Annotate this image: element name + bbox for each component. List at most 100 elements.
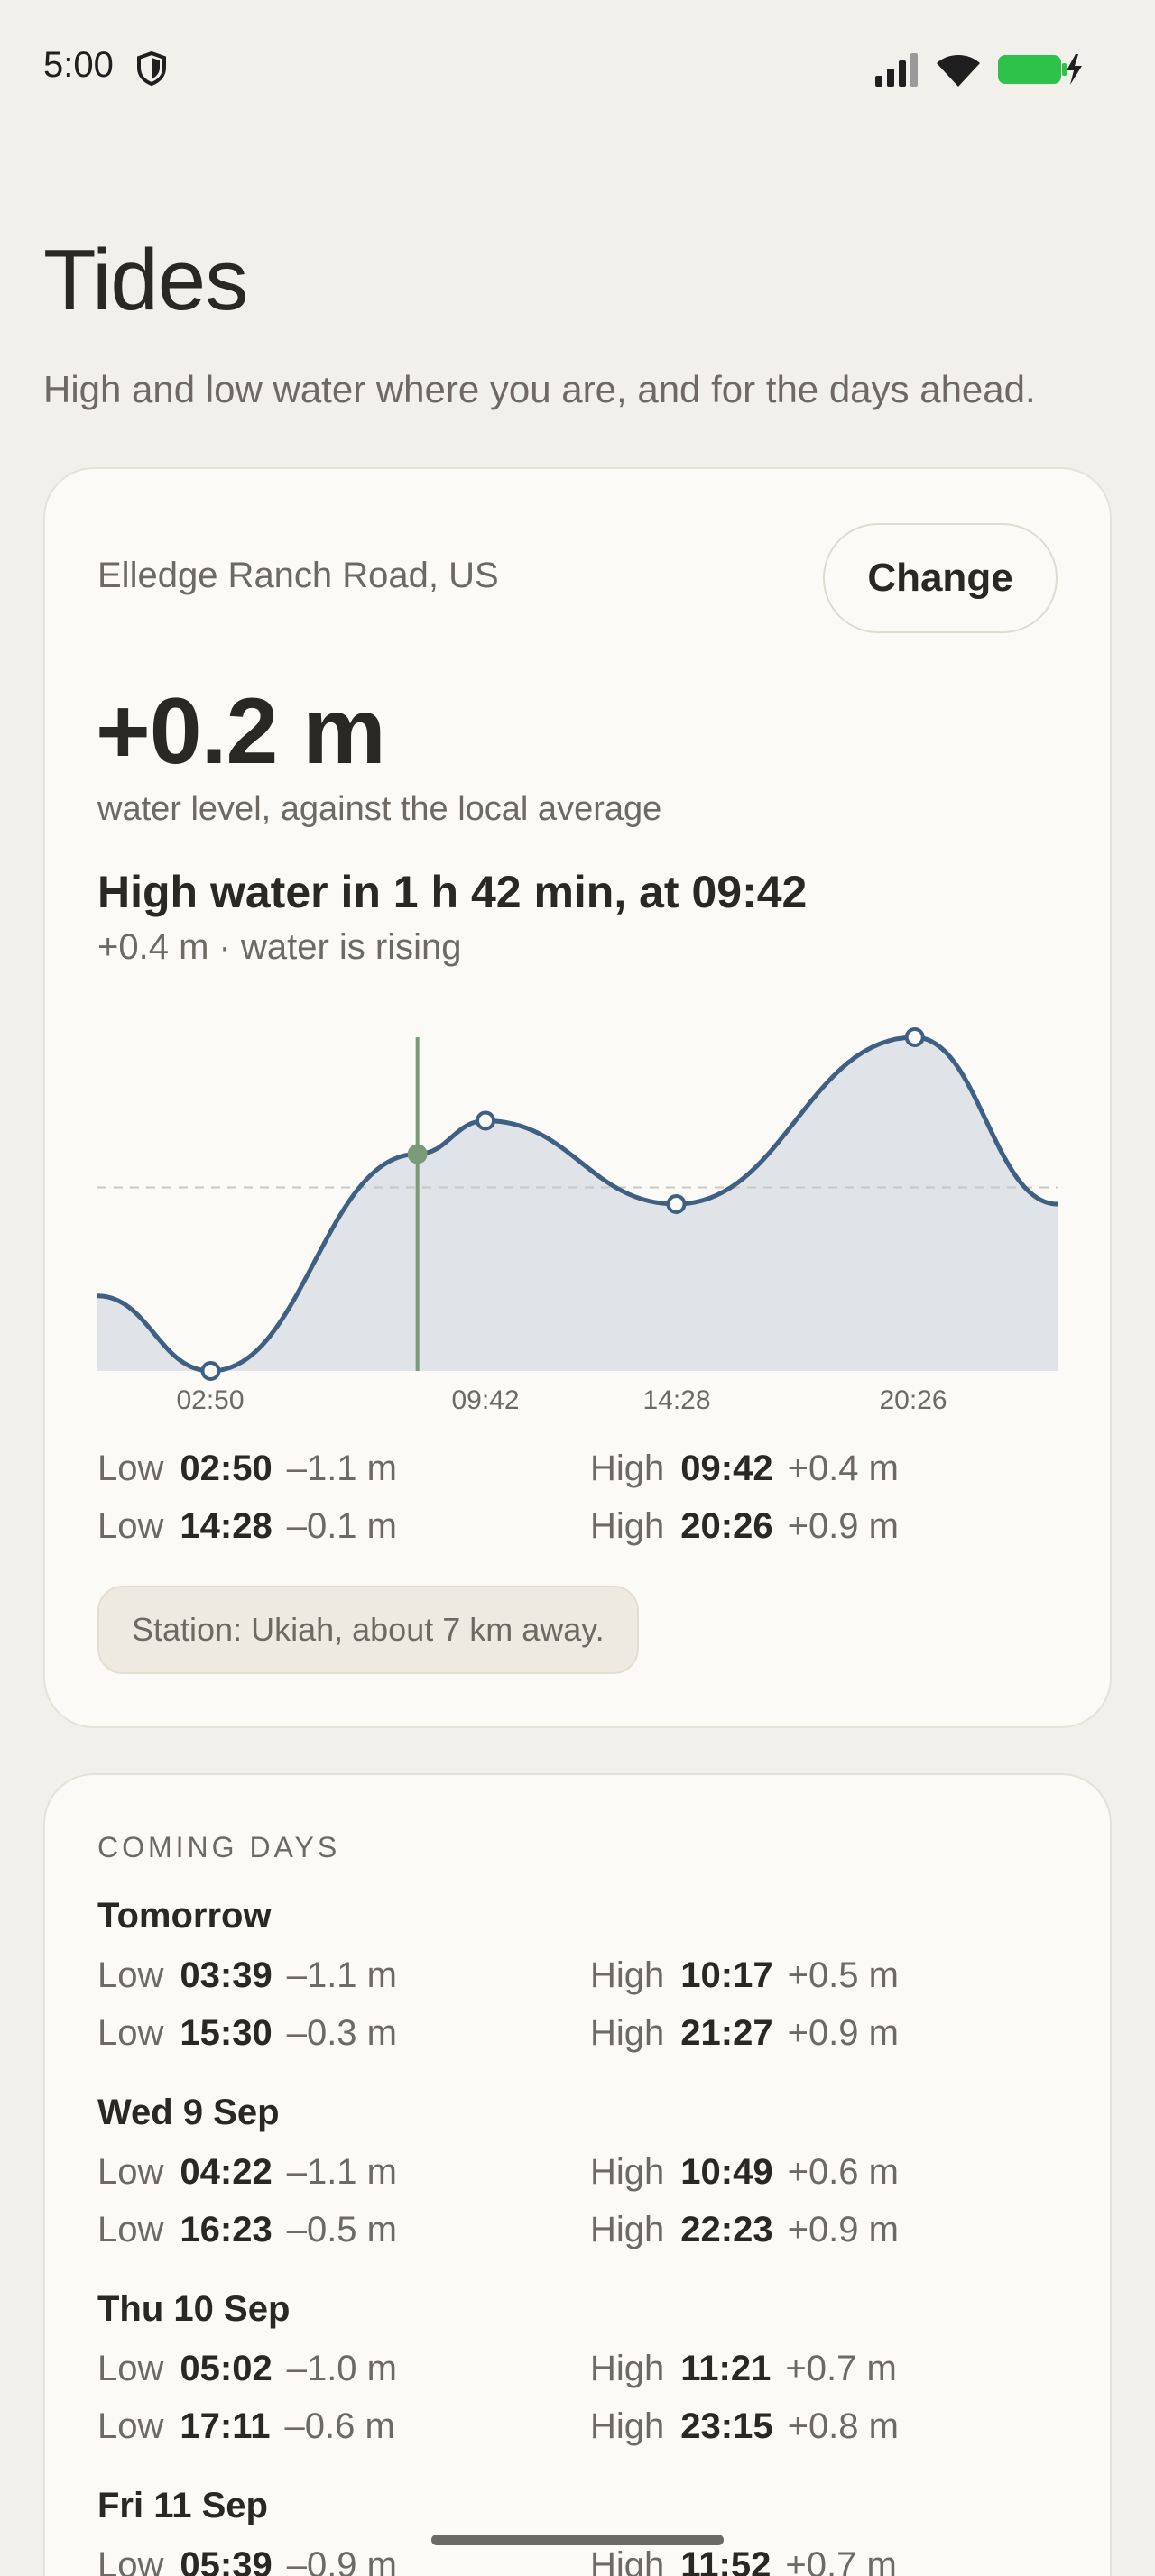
tide-time: 09:42 xyxy=(680,1449,773,1488)
tide-kind: High xyxy=(590,2013,665,2053)
tide-extreme: Low 17:11 –0.6 m xyxy=(97,2406,395,2447)
tide-time: 02:50 xyxy=(180,1449,273,1488)
tide-extreme: Low 05:39 –0.9 m xyxy=(97,2545,397,2576)
tide-extreme: Low 15:30 –0.3 m xyxy=(97,2013,397,2054)
x-tick-label: 02:50 xyxy=(176,1385,245,1415)
tide-extreme-point xyxy=(200,1361,221,1381)
tide-time: 23:15 xyxy=(680,2406,773,2446)
tide-kind: Low xyxy=(97,2545,164,2576)
tide-area xyxy=(97,1037,1058,1371)
tide-height: +0.6 m xyxy=(787,2152,899,2192)
tide-height: +0.4 m xyxy=(787,1449,899,1488)
tide-height: +0.7 m xyxy=(785,2349,897,2388)
tide-height: +0.8 m xyxy=(787,2406,899,2446)
station-badge: Station: Ukiah, about 7 km away. xyxy=(97,1586,639,1674)
tide-time: 03:39 xyxy=(180,1955,273,1995)
change-location-button[interactable]: Change xyxy=(823,523,1058,633)
tide-time: 21:27 xyxy=(680,2013,773,2053)
water-level-value: +0.2 m xyxy=(96,679,386,784)
tide-kind: Low xyxy=(97,2152,164,2192)
now-marker-dot xyxy=(407,1144,428,1164)
tide-time: 17:11 xyxy=(180,2406,271,2446)
page-title: Tides xyxy=(43,232,248,328)
tide-extreme: Low 14:28 –0.1 m xyxy=(97,1506,397,1547)
wifi-icon xyxy=(937,55,980,87)
tide-kind: High xyxy=(590,1449,665,1488)
shield-icon xyxy=(137,51,166,87)
tide-height: –0.3 m xyxy=(286,2013,397,2053)
tide-extreme: Low 02:50 –1.1 m xyxy=(97,1449,397,1489)
page-subtitle: High and low water where you are, and fo… xyxy=(43,368,1036,410)
tide-time: 05:02 xyxy=(180,2349,273,2388)
tide-extreme: High 10:17 +0.5 m xyxy=(590,1955,899,1996)
tide-height: +0.9 m xyxy=(787,2013,899,2053)
tide-time: 10:49 xyxy=(680,2152,773,2192)
tide-extreme: High 23:15 +0.8 m xyxy=(590,2406,899,2447)
status-bar: 5:00 xyxy=(0,0,1155,135)
tide-extreme: High 11:52 +0.7 m xyxy=(590,2545,897,2576)
tide-kind: Low xyxy=(97,2406,164,2446)
tide-extreme: High 22:23 +0.9 m xyxy=(590,2210,899,2250)
tide-height: –1.0 m xyxy=(286,2349,397,2388)
tide-kind: Low xyxy=(97,1955,164,1995)
tide-height: +0.7 m xyxy=(785,2545,897,2576)
tide-kind: High xyxy=(590,1955,665,1995)
tide-kind: Low xyxy=(97,2349,164,2388)
tide-kind: Low xyxy=(97,2210,164,2249)
tide-extreme-point xyxy=(666,1194,687,1214)
tide-extreme: High 11:21 +0.7 m xyxy=(590,2349,897,2389)
tide-time: 16:23 xyxy=(180,2210,273,2249)
signal-icon xyxy=(875,53,918,87)
day-title: Tomorrow xyxy=(97,1896,272,1936)
tide-extreme: High 10:49 +0.6 m xyxy=(590,2152,899,2193)
tide-height: –1.1 m xyxy=(286,2152,397,2192)
tide-height: –0.6 m xyxy=(284,2406,395,2446)
tide-time: 22:23 xyxy=(680,2210,773,2249)
tide-height: +0.5 m xyxy=(787,1955,899,1995)
home-indicator[interactable] xyxy=(431,2535,724,2545)
tide-height: –0.9 m xyxy=(286,2545,397,2576)
tide-extreme-point xyxy=(904,1027,925,1047)
location-label: Elledge Ranch Road, US xyxy=(97,556,499,595)
x-tick-label: 09:42 xyxy=(451,1385,520,1415)
tide-kind: High xyxy=(590,2152,665,2192)
tide-extreme: Low 05:02 –1.0 m xyxy=(97,2349,397,2389)
tide-kind: Low xyxy=(97,2013,164,2053)
tide-kind: High xyxy=(590,2406,665,2446)
day-title: Wed 9 Sep xyxy=(97,2093,280,2132)
tide-chart xyxy=(97,1027,1058,1381)
tide-height: +0.9 m xyxy=(787,1506,899,1546)
tide-time: 20:26 xyxy=(680,1506,773,1546)
tide-kind: High xyxy=(590,2210,665,2249)
tide-height: –0.5 m xyxy=(286,2210,397,2249)
tide-height: +0.9 m xyxy=(787,2210,899,2249)
tide-extreme: High 21:27 +0.9 m xyxy=(590,2013,899,2054)
tide-time: 11:52 xyxy=(680,2545,772,2576)
tide-time: 11:21 xyxy=(680,2349,772,2388)
tide-kind: Low xyxy=(97,1506,164,1546)
status-time: 5:00 xyxy=(43,45,114,85)
tide-extreme-point xyxy=(476,1110,496,1131)
tide-extreme: Low 03:39 –1.1 m xyxy=(97,1955,397,1996)
tide-height: –0.1 m xyxy=(286,1506,397,1546)
x-tick-label: 14:28 xyxy=(642,1385,711,1415)
tide-extreme: Low 16:23 –0.5 m xyxy=(97,2210,397,2250)
tide-height: –1.1 m xyxy=(286,1955,397,1995)
tide-kind: High xyxy=(590,2349,665,2388)
tide-time: 14:28 xyxy=(180,1506,273,1546)
water-level-caption: water level, against the local average xyxy=(97,790,662,828)
next-tide-heading: High water in 1 h 42 min, at 09:42 xyxy=(97,867,808,917)
tide-extreme: High 20:26 +0.9 m xyxy=(590,1506,899,1547)
coming-days-heading: COMING DAYS xyxy=(97,1831,341,1863)
day-title: Thu 10 Sep xyxy=(97,2289,291,2329)
x-tick-label: 20:26 xyxy=(879,1385,947,1415)
battery-icon xyxy=(998,54,1082,85)
tide-height: –1.1 m xyxy=(286,1449,397,1488)
tide-kind: High xyxy=(590,2545,665,2576)
tide-time: 15:30 xyxy=(180,2013,273,2053)
tide-time: 04:22 xyxy=(180,2152,273,2192)
tide-time: 05:39 xyxy=(180,2545,273,2576)
tide-extreme: Low 04:22 –1.1 m xyxy=(97,2152,397,2193)
next-tide-detail: +0.4 m · water is rising xyxy=(97,927,462,967)
tide-kind: High xyxy=(590,1506,665,1546)
